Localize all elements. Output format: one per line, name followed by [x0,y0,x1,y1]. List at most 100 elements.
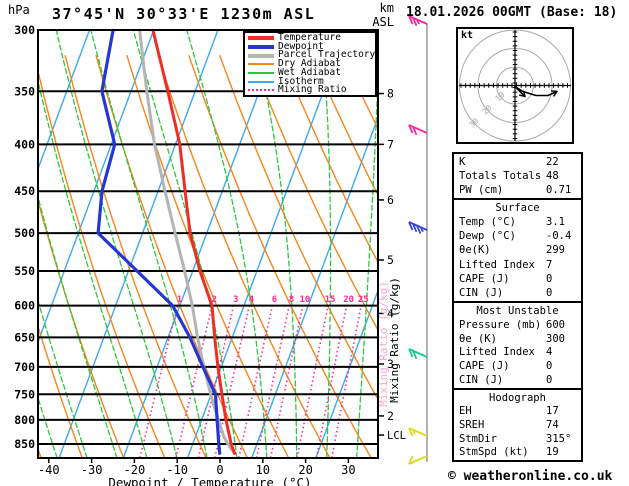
wind-barbs [408,15,428,465]
legend: Temperature Dewpoint Parcel Trajectory Dry … [243,31,377,97]
table-section: K 22 Totals Totals 48 PW (cm) 0.71 [452,152,583,200]
row-label: EH [459,405,472,418]
row-value: 0.71 [546,184,572,196]
legend-line-sample [248,36,274,41]
row-value: 22 [546,156,559,168]
row-label: CIN (J) [459,286,504,299]
table-row: θe (K) 300 [459,333,581,345]
km-label: 5 [387,253,394,267]
svg-text:500: 500 [14,226,35,240]
row-value: 4 [546,346,553,359]
row-value: 0 [546,360,553,373]
row-label: θe(K) [459,244,491,257]
svg-text:600: 600 [14,299,35,313]
table-row: CIN (J) 0 [459,374,581,386]
x-axis-label: Dewpoint / Temperature (°C) [108,475,312,486]
legend-line-sample [248,63,274,66]
table-row: StmSpd (kt) 19 [459,446,581,458]
svg-text:350: 350 [14,84,35,98]
row-value: 48 [546,170,559,182]
run-date-title: 18.01.2026 00GMT (Base: 18) [406,5,618,20]
table-row: K 22 [459,156,581,168]
row-label: CIN (J) [459,374,504,387]
row-label: Pressure (mb) [459,318,542,331]
km-label: 7 [387,137,394,151]
svg-text:550: 550 [14,264,35,278]
lcl-label: LCL [387,430,406,442]
svg-text:450: 450 [14,184,35,198]
row-value: 299 [546,244,565,257]
mixing-ratio-value-label: 8 [289,295,294,305]
row-label: CAPE (J) [459,272,510,285]
table-section: Hodograph EH 17 SREH 74 StmDir 315° StmSpd (kt)… [452,388,583,462]
table-row: CIN (J) 0 [459,287,581,299]
svg-text:850: 850 [14,437,35,451]
table-section-header: Most Unstable [476,304,559,317]
row-label: θe (K) [459,332,497,345]
table-row: Temp (°C) 3.1 [459,216,581,228]
table-row: Lifted Index 4 [459,346,581,358]
table-row: CAPE (J) 0 [459,273,581,285]
row-value: 3.1 [546,216,565,229]
km-label: 2 [387,409,394,423]
svg-text:800: 800 [14,413,35,427]
indices-table: K 22 Totals Totals 48 PW (cm) 0.71 Surface Temp… [452,152,583,462]
table-row: SREH 74 [459,419,581,431]
table-row: EH 17 [459,405,581,417]
row-value: 74 [546,418,559,431]
row-label: StmSpd (kt) [459,446,529,459]
row-label: StmDir [459,432,497,445]
row-value: 315° [546,432,572,445]
table-row: Pressure (mb) 600 [459,319,581,331]
svg-text:300: 300 [14,23,35,37]
table-row: θe(K) 299 [459,244,581,256]
hodograph-unit-label: kt [461,30,474,41]
row-label: SREH [459,418,485,431]
svg-text:650: 650 [14,330,35,344]
mixing-ratio-value-label: 6 [272,295,277,305]
hodograph: 102030 [456,27,574,144]
mixing-ratio-value-label: 4 [249,295,255,305]
mixing-ratio-value-label: 10 [299,295,310,305]
row-label: Totals Totals [459,170,542,182]
altitude-axis-unit: km ASL [362,1,394,29]
row-label: Lifted Index [459,346,535,359]
row-label: K [459,156,466,168]
mixing-ratio-value-label: 3 [233,295,238,305]
row-value: 300 [546,332,565,345]
row-value: 7 [546,258,553,271]
legend-line-sample [248,53,274,58]
row-label: Dewp (°C) [459,230,516,243]
table-row: Lifted Index 7 [459,259,581,271]
row-value: 0 [546,286,553,299]
pressure-tick-labels: 300 350 400 450 500 550 600 650 700 750 800 850 [14,23,35,451]
table-section: Most Unstable Pressure (mb) 600 θe (K) 300 Li… [452,301,583,390]
altitude-unit-asl: ASL [372,15,394,29]
row-label: Temp (°C) [459,216,516,229]
mixing-ratio-value-label: 25 [358,295,369,305]
copyright: © weatheronline.co.uk [448,469,613,484]
table-row: CAPE (J) 0 [459,360,581,372]
svg-text:400: 400 [14,137,35,151]
table-section-header: Hodograph [489,391,546,404]
table-section-header: Surface [495,202,540,215]
row-value: -0.4 [546,230,572,243]
table-row: Totals Totals 48 [459,170,581,182]
table-row: StmDir 315° [459,433,581,445]
table-row: PW (cm) 0.71 [459,184,581,196]
legend-line-sample [248,80,274,83]
mixing-ratio-value-label: 1 [177,295,182,305]
mixing-ratio-labels: 1 2 3 4 6 8 10 15 20 25 [177,295,369,305]
row-label: Lifted Index [459,258,535,271]
page-title: 37°45'N 30°33'E 1230m ASL [52,5,316,23]
km-label: 6 [387,193,394,207]
legend-label: Mixing Ratio [278,84,347,96]
legend-line-sample [248,72,274,75]
altitude-unit-km: km [379,1,394,15]
km-label: 8 [387,87,394,101]
table-section: Surface Temp (°C) 3.1 Dewp (°C) -0.4 θe(K) 299… [452,198,583,303]
mixing-ratio-value-label: 15 [325,295,336,305]
skewt-sounding-page: 1 2 3 4 6 8 10 15 20 25 300 350 400 450 500 550 600 650 70… [0,0,629,486]
row-value: 0 [546,272,553,285]
row-value: 17 [546,405,559,418]
